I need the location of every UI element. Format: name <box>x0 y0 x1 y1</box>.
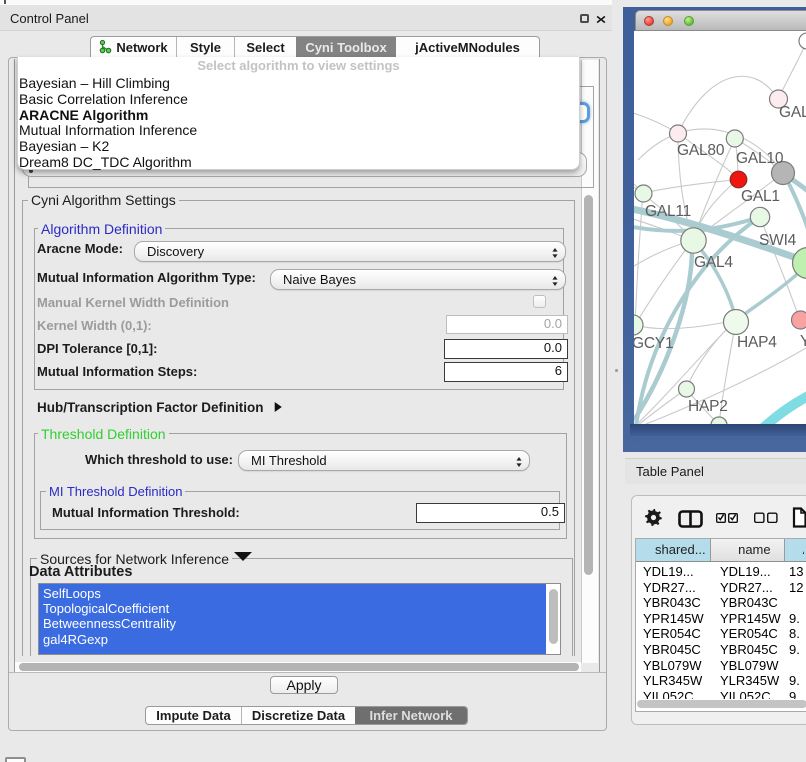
svg-text:GAL4: GAL4 <box>694 254 733 271</box>
svg-text:GAL80: GAL80 <box>677 142 725 159</box>
svg-text:GAL1: GAL1 <box>741 188 780 205</box>
svg-text:GAL11: GAL11 <box>645 203 691 220</box>
svg-text:HAP4: HAP4 <box>737 334 777 351</box>
svg-text:GAL10: GAL10 <box>736 150 784 167</box>
svg-text:GAL: GAL <box>779 104 806 121</box>
svg-text:GCY1: GCY1 <box>634 335 673 352</box>
svg-text:Y: Y <box>800 333 806 350</box>
svg-text:SWI4: SWI4 <box>759 232 797 249</box>
svg-text:HAP2: HAP2 <box>688 398 728 415</box>
